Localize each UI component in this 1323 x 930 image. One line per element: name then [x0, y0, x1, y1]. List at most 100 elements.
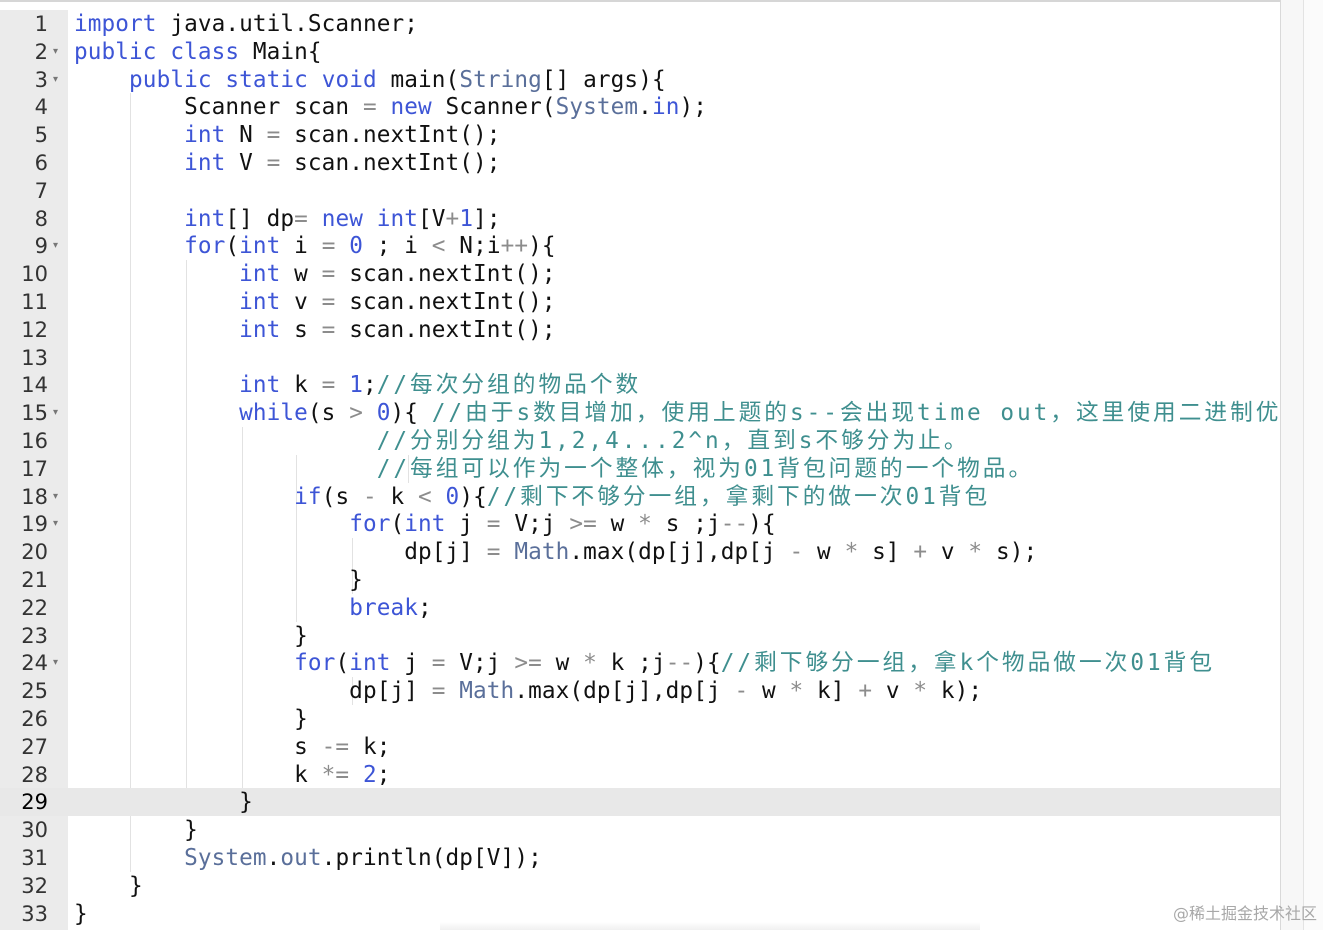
code-line[interactable]: 25 dp[j] = Math.max(dp[j],dp[j - w * k] …: [0, 677, 1280, 705]
code-token: *: [638, 511, 652, 538]
code-line[interactable]: 31 System.out.println(dp[V]);: [0, 844, 1280, 872]
code-text[interactable]: dp[j] = Math.max(dp[j],dp[j - w * s] + v…: [74, 538, 1037, 566]
line-number: 6: [34, 151, 48, 175]
code-line[interactable]: 20 dp[j] = Math.max(dp[j],dp[j - w * s] …: [0, 538, 1280, 566]
code-line[interactable]: 23 }: [0, 622, 1280, 650]
code-text[interactable]: }: [74, 788, 253, 816]
code-line[interactable]: 26 }: [0, 705, 1280, 733]
code-line[interactable]: 28 k *= 2;: [0, 761, 1280, 789]
code-token: =: [362, 94, 377, 121]
code-comment: //每组可以作为一个整体，视为01背包问题的一个物品。: [376, 455, 1035, 482]
code-text[interactable]: int[] dp= new int[V+1];: [74, 205, 501, 233]
code-text[interactable]: System.out.println(dp[V]);: [74, 844, 542, 872]
chevron-down-icon[interactable]: ▾: [53, 510, 58, 538]
line-number: 29: [21, 790, 48, 815]
code-token: new: [321, 205, 363, 232]
code-text[interactable]: for(int j = V;j >= w * k ;j--){//剩下够分一组，…: [74, 649, 1215, 677]
code-line[interactable]: 1 import java.util.Scanner;: [0, 10, 1280, 38]
code-line[interactable]: 32 }: [0, 872, 1280, 900]
code-text[interactable]: if(s - k < 0){//剩下不够分一组，拿剩下的做一次01背包: [74, 483, 990, 511]
code-text[interactable]: int v = scan.nextInt();: [74, 288, 556, 316]
code-line[interactable]: 8 int[] dp= new int[V+1];: [0, 205, 1280, 233]
chevron-down-icon[interactable]: ▾: [53, 66, 58, 94]
code-text[interactable]: int N = scan.nextInt();: [74, 121, 501, 149]
code-line[interactable]: 7: [0, 177, 1280, 205]
code-text[interactable]: s -= k;: [74, 733, 390, 761]
code-token: if: [294, 483, 322, 510]
code-text[interactable]: }: [74, 705, 308, 733]
code-token: =: [266, 122, 281, 149]
code-line[interactable]: 24 ▾ for(int j = V;j >= w * k ;j--){//剩下够…: [0, 649, 1280, 677]
line-number: 11: [21, 290, 48, 314]
code-text[interactable]: //每组可以作为一个整体，视为01背包问题的一个物品。: [74, 455, 1034, 483]
scrollbar[interactable]: [1303, 0, 1323, 930]
code-text[interactable]: }: [74, 872, 143, 900]
chevron-down-icon[interactable]: ▾: [53, 399, 58, 427]
code-line[interactable]: 5 int N = scan.nextInt();: [0, 121, 1280, 149]
code-text[interactable]: break;: [74, 594, 432, 622]
code-text[interactable]: }: [74, 566, 363, 594]
code-token: +: [445, 205, 460, 232]
code-line[interactable]: 6 int V = scan.nextInt();: [0, 149, 1280, 177]
code-line[interactable]: 29 }: [0, 788, 1280, 817]
code-line[interactable]: 15 ▾ while(s > 0){ //由于s数目增加，使用上题的s--会出现t…: [0, 399, 1280, 427]
code-line[interactable]: 17 //每组可以作为一个整体，视为01背包问题的一个物品。: [0, 455, 1280, 483]
code-text[interactable]: int V = scan.nextInt();: [74, 149, 501, 177]
code-token: k: [280, 372, 322, 399]
code-text[interactable]: k *= 2;: [74, 761, 391, 789]
code-token: public: [74, 38, 157, 65]
code-line[interactable]: 13: [0, 344, 1280, 372]
chevron-down-icon[interactable]: ▾: [53, 38, 58, 66]
code-text[interactable]: int w = scan.nextInt();: [74, 260, 556, 288]
code-token: +: [858, 678, 873, 705]
watermark: @稀土掘金技术社区: [1172, 904, 1317, 923]
code-text[interactable]: }: [74, 622, 308, 650]
code-line[interactable]: 22 break;: [0, 594, 1280, 622]
code-line[interactable]: 2 ▾ public class Main{: [0, 38, 1280, 66]
line-number: 20: [21, 540, 48, 565]
code-line[interactable]: 21 }: [0, 566, 1280, 594]
code-token: for: [184, 233, 226, 260]
code-line[interactable]: 27 s -= k;: [0, 733, 1280, 761]
code-text[interactable]: dp[j] = Math.max(dp[j],dp[j - w * k] + v…: [74, 677, 982, 705]
code-text[interactable]: while(s > 0){ //由于s数目增加，使用上题的s--会出现time …: [74, 399, 1280, 427]
code-text[interactable]: }: [74, 816, 198, 844]
code-text[interactable]: public static void main(String[] args){: [74, 66, 666, 94]
code-line[interactable]: 19 ▾ for(int j = V;j >= w * s ;j--){: [0, 510, 1280, 538]
code-comment: //剩下够分一组，拿k个物品做一次01背包: [720, 650, 1216, 677]
code-token: =: [321, 261, 336, 288]
code-line[interactable]: 3 ▾ public static void main(String[] args…: [0, 66, 1280, 94]
code-line[interactable]: 4 Scanner scan = new Scanner(System.in);: [0, 93, 1280, 121]
chevron-down-icon[interactable]: ▾: [53, 483, 58, 511]
editor-scrollbar-track[interactable]: [1280, 0, 1323, 930]
code-text[interactable]: }: [74, 900, 88, 928]
code-line[interactable]: 16 //分别分组为1,2,4...2^n，直到s不够分为止。: [0, 427, 1280, 455]
code-text[interactable]: int k = 1;//每次分组的物品个数: [74, 371, 641, 399]
code-line[interactable]: 9 ▾ for(int i = 0 ; i < N;i++){: [0, 232, 1280, 260]
code-text[interactable]: for(int j = V;j >= w * s ;j--){: [74, 510, 776, 538]
code-text[interactable]: for(int i = 0 ; i < N;i++){: [74, 232, 556, 260]
code-token: --: [720, 511, 749, 538]
code-text[interactable]: Scanner scan = new Scanner(System.in);: [74, 93, 707, 121]
code-token: -=: [321, 733, 350, 760]
code-line[interactable]: 10 int w = scan.nextInt();: [0, 260, 1280, 288]
chevron-down-icon[interactable]: ▾: [53, 232, 58, 260]
code-line[interactable]: 30 }: [0, 816, 1280, 844]
code-line[interactable]: 18 ▾ if(s - k < 0){//剩下不够分一组，拿剩下的做一次01背包: [0, 483, 1280, 511]
code-line[interactable]: 11 int v = scan.nextInt();: [0, 288, 1280, 316]
code-line[interactable]: 14 int k = 1;//每次分组的物品个数: [0, 371, 1280, 399]
code-text[interactable]: import java.util.Scanner;: [74, 10, 418, 38]
code-editor[interactable]: 1 import java.util.Scanner; 2 ▾ public class…: [0, 0, 1280, 930]
code-line[interactable]: 12 int s = scan.nextInt();: [0, 316, 1280, 344]
code-token: import: [74, 11, 157, 37]
code-text[interactable]: public class Main{: [74, 38, 322, 66]
code-text[interactable]: //分别分组为1,2,4...2^n，直到s不够分为止。: [74, 427, 970, 455]
chevron-down-icon[interactable]: ▾: [53, 649, 58, 677]
code-token: in: [651, 94, 680, 121]
code-comment: //分别分组为1,2,4...2^n，直到s不够分为止。: [376, 428, 970, 454]
code-text[interactable]: int s = scan.nextInt();: [74, 316, 556, 344]
